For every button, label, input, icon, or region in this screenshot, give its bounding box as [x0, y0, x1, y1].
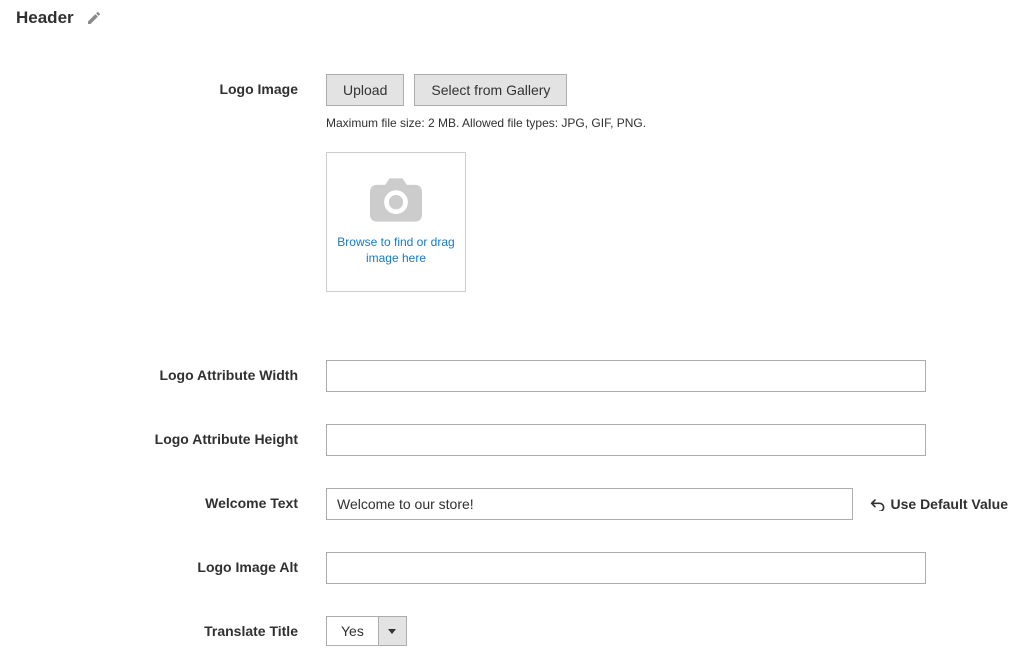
use-default-label: Use Default Value: [891, 496, 1009, 512]
logo-width-input[interactable]: [326, 360, 926, 392]
upload-dropzone[interactable]: Browse to find or drag image here: [326, 152, 466, 292]
pencil-icon[interactable]: [86, 10, 102, 26]
camera-icon: [370, 178, 422, 222]
label-logo-alt: Logo Image Alt: [16, 552, 326, 575]
use-default-value-button[interactable]: Use Default Value: [869, 496, 1009, 512]
translate-title-select[interactable]: Yes: [326, 616, 407, 646]
logo-height-input[interactable]: [326, 424, 926, 456]
row-logo-alt: Logo Image Alt: [16, 552, 1008, 584]
label-welcome-text: Welcome Text: [16, 488, 326, 511]
caret-down-icon: [388, 629, 396, 634]
row-logo-height: Logo Attribute Height: [16, 424, 1008, 456]
select-gallery-button[interactable]: Select from Gallery: [414, 74, 567, 106]
upload-hint: Maximum file size: 2 MB. Allowed file ty…: [326, 116, 646, 130]
row-logo-width: Logo Attribute Width: [16, 360, 1008, 392]
row-logo-image: Logo Image Upload Select from Gallery Ma…: [16, 74, 1008, 292]
upload-button[interactable]: Upload: [326, 74, 404, 106]
label-logo-height: Logo Attribute Height: [16, 424, 326, 447]
translate-title-value: Yes: [327, 617, 378, 645]
label-translate-title: Translate Title: [16, 616, 326, 639]
logo-alt-input[interactable]: [326, 552, 926, 584]
welcome-text-input[interactable]: [326, 488, 853, 520]
undo-icon: [869, 497, 885, 511]
upload-dropzone-text: Browse to find or drag image here: [337, 234, 455, 266]
section-header: Header: [16, 8, 1008, 28]
row-welcome-text: Welcome Text Use Default Value: [16, 488, 1008, 520]
row-translate-title: Translate Title Yes: [16, 616, 1008, 646]
select-toggle[interactable]: [378, 617, 406, 645]
label-logo-width: Logo Attribute Width: [16, 360, 326, 383]
label-logo-image: Logo Image: [16, 74, 326, 97]
section-title: Header: [16, 8, 74, 28]
